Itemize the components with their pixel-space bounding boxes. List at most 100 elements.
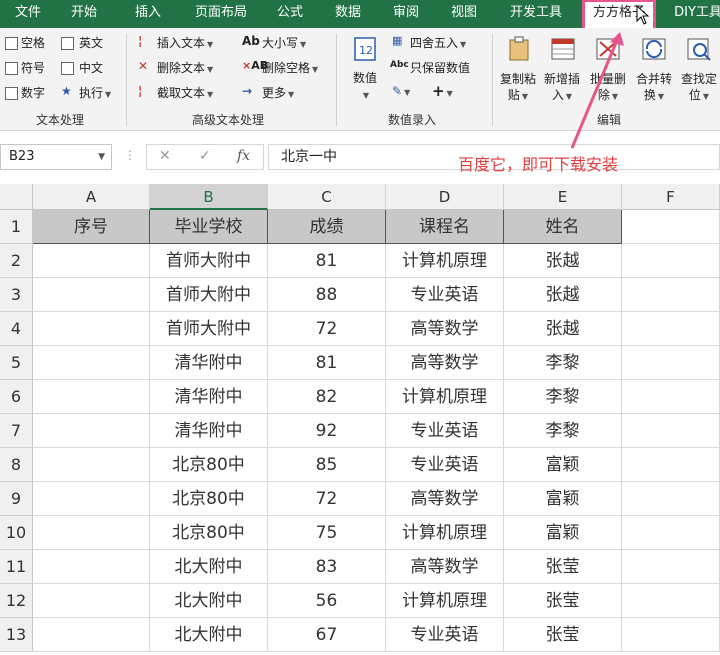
table-cell[interactable]: 清华附中 [150, 346, 268, 380]
table-cell[interactable]: 北大附中 [150, 618, 268, 652]
table-cell[interactable] [33, 618, 150, 652]
table-cell[interactable]: 92 [268, 414, 386, 448]
table-cell[interactable]: 张莹 [504, 550, 622, 584]
table-cell[interactable]: 67 [268, 618, 386, 652]
table-cell[interactable] [622, 244, 720, 278]
table-cell[interactable] [33, 448, 150, 482]
column-header-c[interactable]: C [268, 184, 386, 210]
table-cell[interactable]: 72 [268, 312, 386, 346]
checkbox-english[interactable] [61, 37, 74, 50]
table-cell[interactable] [622, 312, 720, 346]
table-cell[interactable] [622, 516, 720, 550]
table-cell[interactable]: 计算机原理 [386, 244, 504, 278]
table-cell[interactable] [33, 278, 150, 312]
table-cell[interactable] [33, 414, 150, 448]
keep-number-button[interactable]: 只保留数值 [410, 59, 470, 76]
tab-review[interactable]: 审阅 [388, 0, 424, 28]
fx-icon[interactable]: fx [237, 148, 250, 164]
row-header[interactable]: 3 [0, 278, 33, 312]
tab-page-layout[interactable]: 页面布局 [188, 0, 254, 28]
table-cell[interactable] [622, 482, 720, 516]
header-cell[interactable]: 毕业学校 [150, 210, 268, 244]
execute-button[interactable]: 执行 ▼ [79, 84, 111, 101]
checkbox-chinese[interactable] [61, 62, 74, 75]
tab-home[interactable]: 开始 [66, 0, 102, 28]
table-cell[interactable] [33, 550, 150, 584]
plus-icon[interactable]: + ▼ [432, 82, 453, 100]
header-cell[interactable] [622, 210, 720, 244]
checkbox-number[interactable] [5, 87, 18, 100]
table-cell[interactable]: 72 [268, 482, 386, 516]
find-locate-button[interactable]: 查找定位 ▼ [677, 71, 720, 105]
round-button[interactable]: 四舍五入 ▼ [410, 34, 466, 51]
table-cell[interactable] [33, 584, 150, 618]
row-header[interactable]: 10 [0, 516, 33, 550]
row-header[interactable]: 9 [0, 482, 33, 516]
delete-space-button[interactable]: 删除空格 ▼ [262, 59, 318, 76]
table-cell[interactable] [622, 550, 720, 584]
table-cell[interactable]: 首师大附中 [150, 278, 268, 312]
table-cell[interactable]: 计算机原理 [386, 584, 504, 618]
table-cell[interactable]: 专业英语 [386, 278, 504, 312]
header-cell[interactable]: 姓名 [504, 210, 622, 244]
insert-text-button[interactable]: 插入文本 ▼ [157, 34, 213, 51]
row-header[interactable]: 1 [0, 210, 33, 244]
table-cell[interactable]: 张莹 [504, 584, 622, 618]
column-header-f[interactable]: F [622, 184, 720, 210]
row-header[interactable]: 2 [0, 244, 33, 278]
table-cell[interactable]: 富颖 [504, 516, 622, 550]
table-cell[interactable] [33, 516, 150, 550]
table-cell[interactable]: 82 [268, 380, 386, 414]
select-all-corner[interactable] [0, 184, 33, 210]
table-cell[interactable]: 张越 [504, 278, 622, 312]
table-cell[interactable]: 北京80中 [150, 516, 268, 550]
table-cell[interactable]: 高等数学 [386, 346, 504, 380]
table-cell[interactable]: 高等数学 [386, 312, 504, 346]
table-cell[interactable]: 富颖 [504, 482, 622, 516]
table-cell[interactable]: 81 [268, 346, 386, 380]
table-cell[interactable]: 首师大附中 [150, 244, 268, 278]
table-cell[interactable] [622, 380, 720, 414]
row-header[interactable]: 4 [0, 312, 33, 346]
tab-insert[interactable]: 插入 [130, 0, 166, 28]
table-cell[interactable] [33, 244, 150, 278]
table-cell[interactable]: 李黎 [504, 380, 622, 414]
table-cell[interactable]: 张莹 [504, 618, 622, 652]
row-header[interactable]: 5 [0, 346, 33, 380]
table-cell[interactable] [622, 584, 720, 618]
tab-diy-tools[interactable]: DIY工具 [668, 0, 720, 28]
table-cell[interactable] [33, 346, 150, 380]
column-header-d[interactable]: D [386, 184, 504, 210]
cancel-icon[interactable]: ✕ [159, 148, 171, 164]
table-cell[interactable] [622, 278, 720, 312]
table-cell[interactable]: 专业英语 [386, 414, 504, 448]
table-cell[interactable]: 专业英语 [386, 618, 504, 652]
row-header[interactable]: 7 [0, 414, 33, 448]
table-cell[interactable]: 81 [268, 244, 386, 278]
case-button[interactable]: 大小写 ▼ [262, 34, 306, 51]
table-cell[interactable]: 高等数学 [386, 550, 504, 584]
column-header-e[interactable]: E [504, 184, 622, 210]
table-cell[interactable] [33, 380, 150, 414]
row-header[interactable]: 11 [0, 550, 33, 584]
confirm-icon[interactable]: ✓ [199, 148, 211, 164]
delete-text-button[interactable]: 删除文本 ▼ [157, 59, 213, 76]
row-header[interactable]: 13 [0, 618, 33, 652]
table-cell[interactable]: 85 [268, 448, 386, 482]
table-cell[interactable]: 清华附中 [150, 380, 268, 414]
table-cell[interactable] [33, 312, 150, 346]
table-cell[interactable] [33, 482, 150, 516]
table-cell[interactable]: 专业英语 [386, 448, 504, 482]
table-cell[interactable]: 张越 [504, 244, 622, 278]
table-cell[interactable]: 83 [268, 550, 386, 584]
tab-formulas[interactable]: 公式 [272, 0, 308, 28]
chevron-down-icon[interactable]: ▼ [98, 145, 105, 169]
table-cell[interactable]: 高等数学 [386, 482, 504, 516]
table-cell[interactable]: 75 [268, 516, 386, 550]
edit-icon[interactable]: ✎ ▼ [392, 84, 410, 98]
table-cell[interactable]: 计算机原理 [386, 516, 504, 550]
tab-file[interactable]: 文件 [10, 0, 46, 28]
column-header-b[interactable]: B [150, 184, 268, 210]
table-cell[interactable]: 北京80中 [150, 448, 268, 482]
copy-paste-button[interactable]: 复制粘贴 ▼ [496, 71, 540, 105]
